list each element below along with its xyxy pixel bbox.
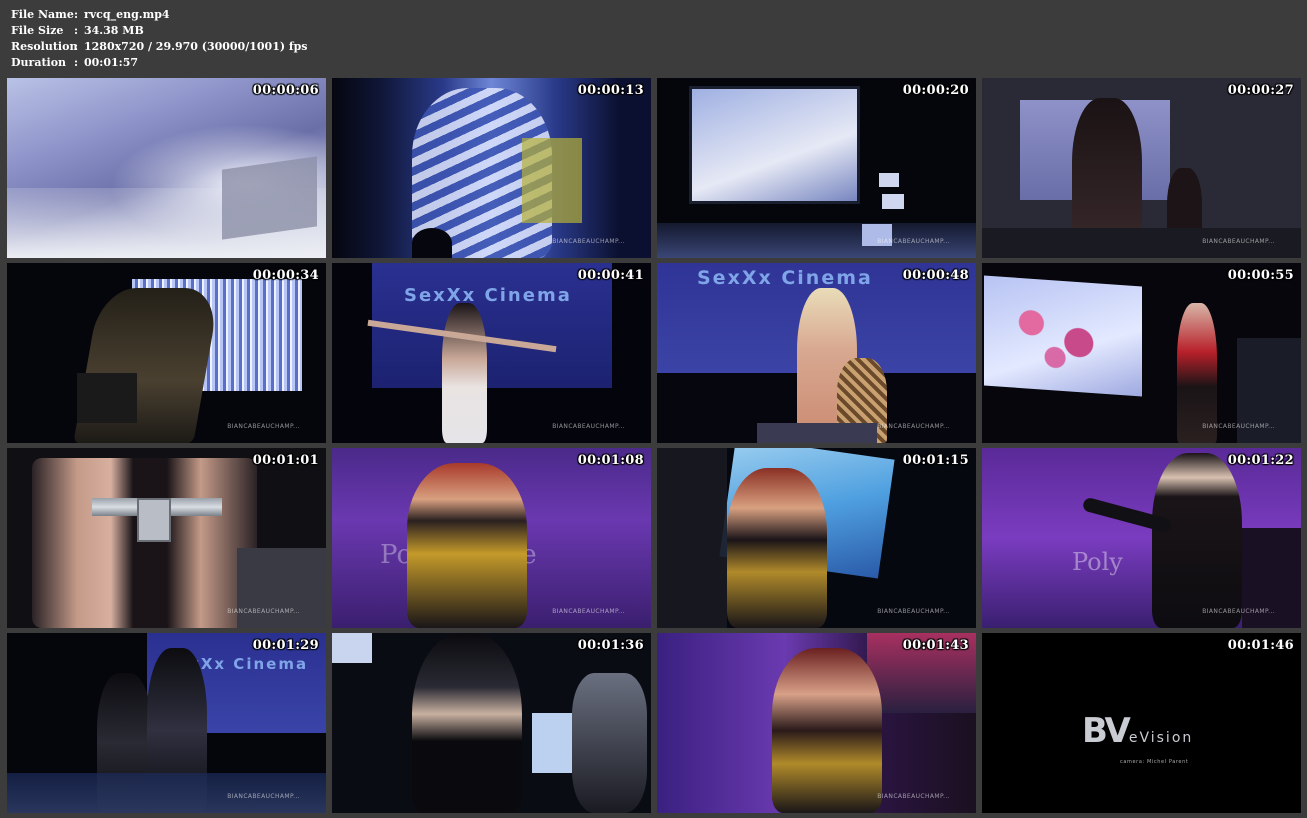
screen-text: SexXx Cinema — [404, 285, 572, 306]
separator: : — [74, 56, 79, 69]
timestamp: 00:01:08 — [577, 453, 644, 468]
frame-image: SexXx Cinema — [657, 263, 976, 443]
video-thumbnail[interactable]: SexXx Cinema 00:00:48 BIANCABEAUCHAMP... — [657, 263, 976, 443]
frame-image — [657, 448, 976, 628]
resolution-value: 1280x720 / 29.970 (30000/1001) fps — [84, 40, 308, 53]
frame-image: BVeVision camera: Michel Parent — [982, 633, 1301, 813]
resolution-label: Resolution — [11, 40, 78, 53]
watermark: BIANCABEAUCHAMP... — [877, 608, 950, 615]
watermark: BIANCABEAUCHAMP... — [552, 423, 625, 430]
separator: : — [74, 40, 79, 53]
video-thumbnail[interactable]: 00:00:13 BIANCABEAUCHAMP... — [332, 78, 651, 258]
bevision-logo: BVeVision camera: Michel Parent — [1082, 711, 1194, 765]
watermark: BIANCABEAUCHAMP... — [227, 423, 300, 430]
duration-value: 00:01:57 — [84, 56, 139, 69]
timestamp: 00:01:29 — [252, 638, 319, 653]
timestamp: 00:01:46 — [1227, 638, 1294, 653]
watermark: BIANCABEAUCHAMP... — [1202, 238, 1275, 245]
separator: : — [74, 24, 79, 37]
frame-image — [7, 78, 326, 258]
watermark: BIANCABEAUCHAMP... — [552, 238, 625, 245]
timestamp: 00:01:22 — [1227, 453, 1294, 468]
video-thumbnail[interactable]: 00:00:20 BIANCABEAUCHAMP... — [657, 78, 976, 258]
logo-wordmark: eVision — [1128, 730, 1194, 746]
file-name-row: File Name : rvcq_eng.mp4 — [11, 7, 308, 23]
file-info-header: File Name : rvcq_eng.mp4 File Size : 34.… — [11, 7, 308, 71]
timestamp: 00:00:06 — [252, 83, 319, 98]
frame-image — [7, 448, 326, 628]
screen-text: Poly — [1072, 548, 1123, 576]
timestamp: 00:01:01 — [252, 453, 319, 468]
resolution-row: Resolution : 1280x720 / 29.970 (30000/10… — [11, 39, 308, 55]
frame-image: Polymorphe — [332, 448, 651, 628]
video-thumbnail[interactable]: 00:01:01 BIANCABEAUCHAMP... — [7, 448, 326, 628]
timestamp: 00:01:43 — [902, 638, 969, 653]
video-thumbnail[interactable]: 00:00:06 — [7, 78, 326, 258]
timestamp: 00:00:55 — [1227, 268, 1294, 283]
duration-row: Duration : 00:01:57 — [11, 55, 308, 71]
video-thumbnail[interactable]: Poly 00:01:22 BIANCABEAUCHAMP... — [982, 448, 1301, 628]
file-size-label: File Size — [11, 24, 64, 37]
watermark: BIANCABEAUCHAMP... — [227, 608, 300, 615]
thumbnail-grid: 00:00:06 00:00:13 BIANCABEAUCHAMP... 00:… — [7, 78, 1301, 813]
file-size-row: File Size : 34.38 MB — [11, 23, 308, 39]
file-name-label: File Name — [11, 8, 74, 21]
timestamp: 00:00:34 — [252, 268, 319, 283]
timestamp: 00:00:20 — [902, 83, 969, 98]
logo-credit: camera: Michel Parent — [1120, 759, 1189, 765]
timestamp: 00:01:36 — [577, 638, 644, 653]
video-thumbnail[interactable]: 00:01:15 BIANCABEAUCHAMP... — [657, 448, 976, 628]
frame-image: exXx Cinema — [7, 633, 326, 813]
watermark: BIANCABEAUCHAMP... — [227, 793, 300, 800]
frame-image — [657, 78, 976, 258]
video-thumbnail[interactable]: 00:01:36 — [332, 633, 651, 813]
timestamp: 00:00:48 — [902, 268, 969, 283]
video-thumbnail[interactable]: 00:01:43 BIANCABEAUCHAMP... — [657, 633, 976, 813]
watermark: BIANCABEAUCHAMP... — [877, 793, 950, 800]
video-thumbnail[interactable]: exXx Cinema 00:01:29 BIANCABEAUCHAMP... — [7, 633, 326, 813]
watermark: BIANCABEAUCHAMP... — [877, 423, 950, 430]
watermark: BIANCABEAUCHAMP... — [1202, 423, 1275, 430]
video-thumbnail[interactable]: 00:00:34 BIANCABEAUCHAMP... — [7, 263, 326, 443]
frame-image — [332, 78, 651, 258]
duration-label: Duration — [11, 56, 67, 69]
file-size-value: 34.38 MB — [84, 24, 144, 37]
frame-image: Poly — [982, 448, 1301, 628]
watermark: BIANCABEAUCHAMP... — [552, 608, 625, 615]
frame-image: SexXx Cinema — [332, 263, 651, 443]
timestamp: 00:01:15 — [902, 453, 969, 468]
frame-image — [982, 78, 1301, 258]
watermark: BIANCABEAUCHAMP... — [1202, 608, 1275, 615]
separator: : — [74, 8, 79, 21]
logo-mark: BV — [1082, 711, 1131, 751]
video-thumbnail[interactable]: 00:00:55 BIANCABEAUCHAMP... — [982, 263, 1301, 443]
frame-image — [7, 263, 326, 443]
video-thumbnail[interactable]: 00:00:27 BIANCABEAUCHAMP... — [982, 78, 1301, 258]
timestamp: 00:00:41 — [577, 268, 644, 283]
video-thumbnail[interactable]: BVeVision camera: Michel Parent 00:01:46 — [982, 633, 1301, 813]
file-name-value: rvcq_eng.mp4 — [84, 8, 170, 21]
timestamp: 00:00:27 — [1227, 83, 1294, 98]
frame-image — [657, 633, 976, 813]
frame-image — [332, 633, 651, 813]
screen-text: SexXx Cinema — [697, 267, 873, 289]
frame-image — [982, 263, 1301, 443]
watermark: BIANCABEAUCHAMP... — [877, 238, 950, 245]
timestamp: 00:00:13 — [577, 83, 644, 98]
video-thumbnail[interactable]: SexXx Cinema 00:00:41 BIANCABEAUCHAMP... — [332, 263, 651, 443]
video-thumbnail[interactable]: Polymorphe 00:01:08 BIANCABEAUCHAMP... — [332, 448, 651, 628]
